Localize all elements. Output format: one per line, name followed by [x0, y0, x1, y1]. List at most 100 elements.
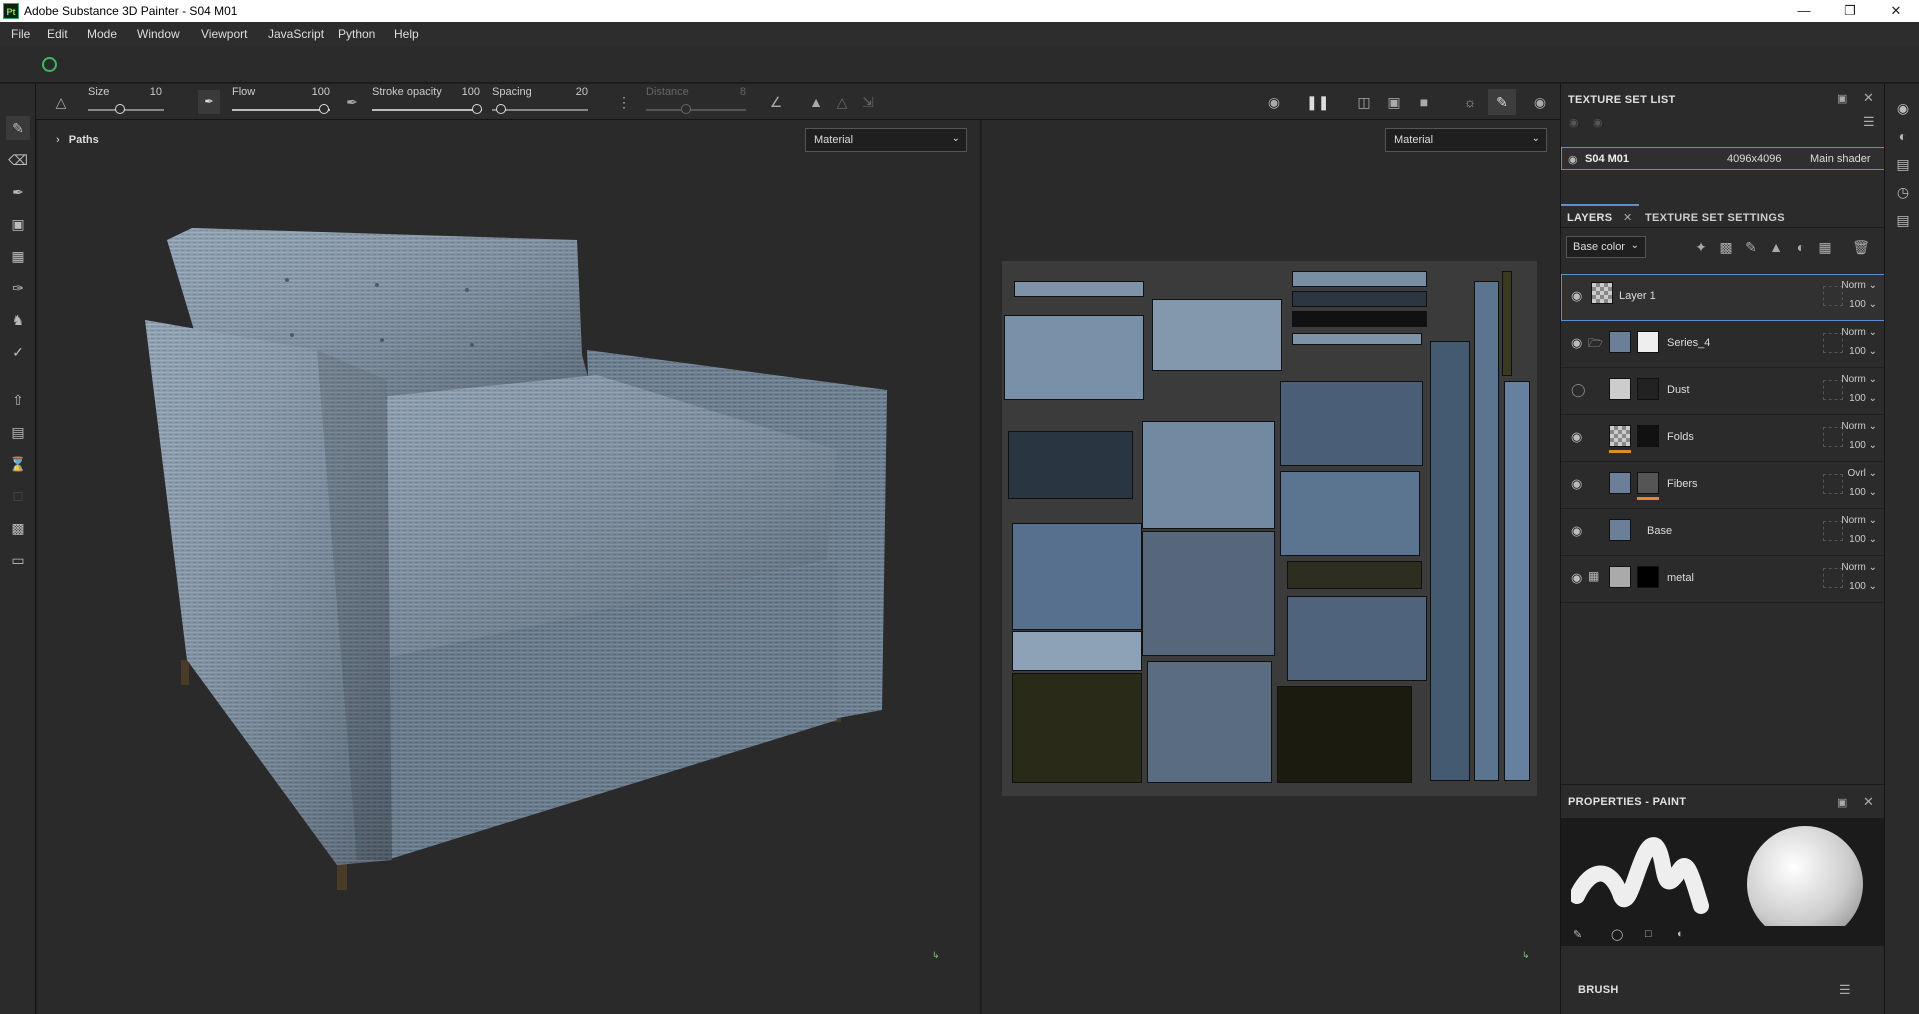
- add-effect-icon[interactable]: ✦: [1691, 237, 1711, 257]
- split-view-icon[interactable]: ◫: [1354, 92, 1374, 112]
- tab-layers[interactable]: LAYERS ✕: [1561, 204, 1639, 228]
- blend-mode[interactable]: Norm ⌄: [1841, 562, 1877, 573]
- delete-layer-icon[interactable]: 🗑: [1851, 237, 1871, 257]
- brush-icon[interactable]: ✎: [1573, 928, 1582, 941]
- menu-help[interactable]: Help: [394, 27, 419, 41]
- size-slider-knob[interactable]: [115, 104, 125, 114]
- angle-icon[interactable]: ∠: [766, 92, 786, 112]
- eye-icon[interactable]: ◉: [1571, 476, 1582, 492]
- eye-icon[interactable]: ◉: [1571, 570, 1582, 586]
- layer-row[interactable]: ◉ Folds Norm ⌄ 100 ⌄: [1561, 415, 1885, 462]
- blend-mode[interactable]: Norm ⌄: [1841, 327, 1877, 338]
- environment-icon[interactable]: ☼: [1460, 92, 1480, 112]
- layer-row[interactable]: ◉ 🗁 Series_4 Norm ⌄ 100 ⌄: [1561, 321, 1885, 368]
- folder-open-icon[interactable]: 🗁: [1588, 334, 1603, 355]
- close-window-icon[interactable]: ✕: [1873, 0, 1919, 22]
- layer-name[interactable]: Layer 1: [1619, 290, 1656, 302]
- menu-mode[interactable]: Mode: [87, 27, 117, 41]
- material-icon[interactable]: ◐: [1677, 928, 1684, 940]
- color-picker-icon[interactable]: ✓: [6, 340, 30, 364]
- stencil-icon[interactable]: □: [1645, 928, 1652, 940]
- flow-slider-knob[interactable]: [319, 104, 329, 114]
- menu-javascript[interactable]: JavaScript: [268, 27, 324, 41]
- smudge-icon[interactable]: ✑: [6, 276, 30, 300]
- minimize-icon[interactable]: —: [1781, 0, 1827, 22]
- bake-icon[interactable]: ▤: [6, 420, 30, 444]
- layer-name[interactable]: Series_4: [1667, 337, 1710, 349]
- layer-row[interactable]: ◯ Dust Norm ⌄ 100 ⌄: [1561, 368, 1885, 415]
- stroke-pen-icon[interactable]: ✒: [342, 92, 362, 112]
- add-mask-icon[interactable]: ▩: [1716, 237, 1736, 257]
- blend-mode[interactable]: Norm ⌄: [1841, 421, 1877, 432]
- layer-name[interactable]: Folds: [1667, 431, 1694, 443]
- brush-menu-icon[interactable]: ☰: [1839, 982, 1851, 998]
- add-smart-material-icon[interactable]: ◐: [1791, 237, 1811, 257]
- alpha-icon[interactable]: ◯: [1611, 928, 1623, 941]
- distance-dots-icon[interactable]: ⋮: [614, 92, 634, 112]
- viewport-2d[interactable]: Material ⌄ ↳: [982, 120, 1560, 1014]
- flow-slider[interactable]: [232, 109, 330, 111]
- viewport-2d-mode-select[interactable]: Material ⌄: [1385, 128, 1547, 152]
- brush-mode-icon[interactable]: ✎: [1488, 89, 1516, 115]
- menu-python[interactable]: Python: [338, 27, 375, 41]
- layer-mask-slot[interactable]: [1823, 568, 1843, 588]
- symmetry-icon[interactable]: ▲: [806, 92, 826, 112]
- layer-opacity[interactable]: 100 ⌄: [1849, 534, 1877, 545]
- layer-mask-slot[interactable]: [1823, 333, 1843, 353]
- clone-icon[interactable]: ♞: [6, 308, 30, 332]
- stroke-opacity-knob[interactable]: [472, 104, 482, 114]
- menu-viewport[interactable]: Viewport: [201, 27, 247, 41]
- shelf-icon[interactable]: ▤: [1891, 152, 1915, 176]
- add-paint-layer-icon[interactable]: ✎: [1741, 237, 1761, 257]
- spacing-value[interactable]: 20: [566, 86, 588, 98]
- display-settings-icon[interactable]: ◐: [1891, 124, 1915, 148]
- layer-mask-slot[interactable]: [1823, 427, 1843, 447]
- viewport-3d[interactable]: › Paths Material ⌄ ↳: [37, 120, 980, 1014]
- add-folder-icon[interactable]: ▦: [1815, 237, 1835, 257]
- blend-mode[interactable]: Norm ⌄: [1841, 374, 1877, 385]
- uv-map[interactable]: [1002, 261, 1537, 796]
- layer-name[interactable]: Base: [1647, 525, 1672, 537]
- hide-icon[interactable]: ◉: [1264, 92, 1284, 112]
- layer-opacity[interactable]: 100 ⌄: [1849, 393, 1877, 404]
- channel-select[interactable]: Base color ⌄: [1566, 236, 1646, 258]
- projection-icon[interactable]: ✒: [6, 180, 30, 204]
- eye-icon[interactable]: ◉: [1571, 429, 1582, 445]
- size-value[interactable]: 10: [132, 86, 162, 98]
- menu-icon[interactable]: ☰: [1863, 114, 1875, 130]
- history-icon[interactable]: ◷: [1891, 180, 1915, 204]
- float-panel-icon[interactable]: ▣: [1837, 796, 1847, 809]
- screenshot-icon[interactable]: ▩: [6, 516, 30, 540]
- polygon-fill-icon[interactable]: ▦: [6, 244, 30, 268]
- camera-settings-icon[interactable]: ◉: [1891, 96, 1915, 120]
- texture-set-shader[interactable]: Main shader: [1810, 153, 1871, 165]
- layer-name[interactable]: Fibers: [1667, 478, 1698, 490]
- close-tab-icon[interactable]: ✕: [1623, 211, 1632, 224]
- layer-name[interactable]: metal: [1667, 572, 1694, 584]
- layer-row[interactable]: ◉ ▦ metal Norm ⌄ 100 ⌄: [1561, 556, 1885, 603]
- stroke-opacity-value[interactable]: 100: [454, 86, 480, 98]
- sync-icon[interactable]: [42, 57, 57, 72]
- layer-mask-slot[interactable]: [1823, 474, 1843, 494]
- layer-row[interactable]: ◉ Layer 1 Norm ⌄ 100 ⌄: [1561, 274, 1885, 321]
- eye-closed-icon[interactable]: ◯: [1571, 382, 1586, 398]
- layer-mask-slot[interactable]: [1823, 286, 1843, 306]
- layer-opacity[interactable]: 100 ⌄: [1849, 346, 1877, 357]
- menu-window[interactable]: Window: [137, 27, 180, 41]
- layer-opacity[interactable]: 100 ⌄: [1849, 487, 1877, 498]
- layer-opacity[interactable]: 100 ⌄: [1849, 299, 1877, 310]
- screenshot-camera-icon[interactable]: ◉: [1530, 92, 1550, 112]
- add-fill-layer-icon[interactable]: ▲: [1766, 237, 1786, 257]
- layer-row[interactable]: ◉ Base Norm ⌄ 100 ⌄: [1561, 509, 1885, 556]
- lazy-mouse-icon[interactable]: △: [51, 92, 71, 112]
- geometry-fill-icon[interactable]: ▣: [6, 212, 30, 236]
- tab-texture-set-settings[interactable]: TEXTURE SET SETTINGS: [1645, 212, 1785, 224]
- eye-icon[interactable]: ◉: [1571, 288, 1582, 304]
- blend-mode[interactable]: Norm ⌄: [1841, 280, 1877, 291]
- pause-icon[interactable]: ❚❚: [1306, 92, 1329, 112]
- close-panel-icon[interactable]: ✕: [1863, 90, 1874, 106]
- layer-row[interactable]: ◉ Fibers Ovrl ⌄ 100 ⌄: [1561, 462, 1885, 509]
- menu-file[interactable]: File: [11, 27, 30, 41]
- layer-opacity[interactable]: 100 ⌄: [1849, 440, 1877, 451]
- blend-mode[interactable]: Norm ⌄: [1841, 515, 1877, 526]
